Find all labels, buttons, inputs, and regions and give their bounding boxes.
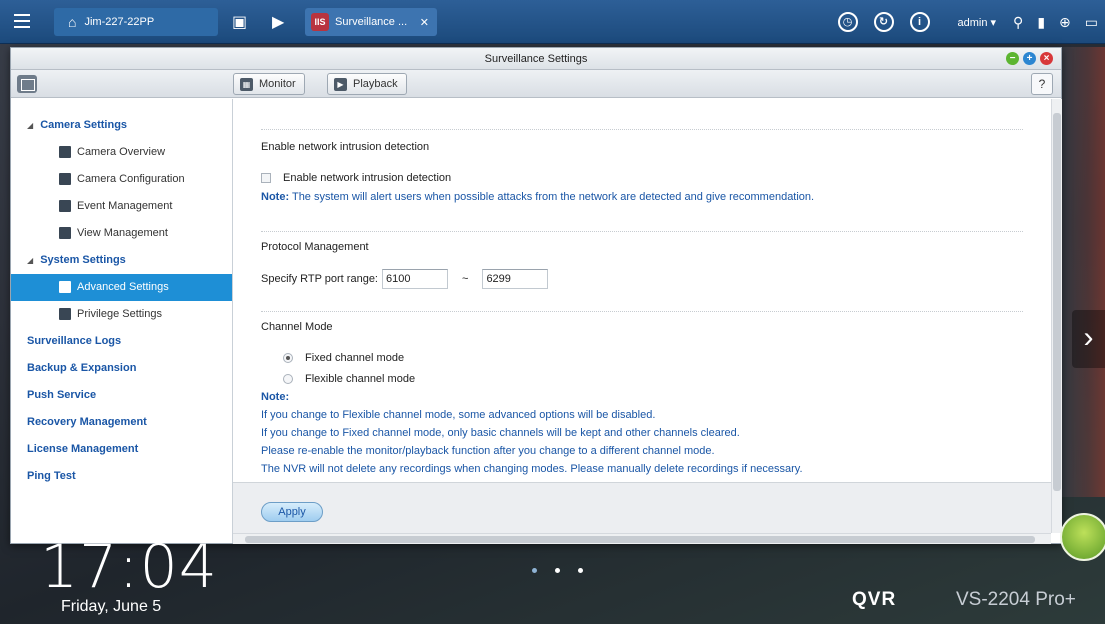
page-dot[interactable] — [555, 568, 560, 573]
close-tab-icon[interactable]: ✕ — [420, 16, 429, 29]
advanced-settings-panel: Enable network intrusion detection Enabl… — [233, 99, 1051, 482]
sidebar-item-camera-overview[interactable]: Camera Overview — [11, 139, 232, 166]
window-toolbar: ▦ Monitor ▶ Playback ? — [11, 70, 1061, 98]
flexible-channel-radio[interactable] — [283, 374, 293, 384]
collapse-triangle-icon: ◢ — [27, 121, 34, 130]
settings-footer: Apply — [233, 482, 1051, 534]
sidebar-item-camera-configuration[interactable]: Camera Configuration — [11, 166, 232, 193]
divider — [261, 231, 1023, 232]
fixed-channel-radio[interactable] — [283, 353, 293, 363]
surveillance-settings-window: Surveillance Settings − + × ▦ Monitor ▶ … — [10, 47, 1062, 544]
resource-monitor-gauge-icon[interactable] — [1060, 513, 1105, 561]
desktop-wallpaper-edge — [1062, 47, 1105, 497]
sidebar-link-push-service[interactable]: Push Service — [11, 382, 232, 409]
monitor-label: Monitor — [259, 78, 296, 90]
sidebar-link-ping-test[interactable]: Ping Test — [11, 463, 232, 490]
home-icon: ⌂ — [68, 14, 77, 30]
sidebar-link-recovery-management[interactable]: Recovery Management — [11, 409, 232, 436]
search-icon[interactable]: ⚲ — [1013, 14, 1023, 31]
sync-icon[interactable]: ↻ — [873, 12, 894, 32]
clock-icon[interactable]: ◷ — [837, 12, 858, 32]
apply-button[interactable]: Apply — [261, 502, 323, 522]
desktop-icon[interactable]: ▣ — [232, 12, 247, 32]
intrusion-checkbox[interactable] — [261, 173, 271, 183]
protocol-section-title: Protocol Management — [261, 241, 369, 253]
info-icon[interactable]: i — [909, 12, 930, 32]
play-icon[interactable]: ▶ — [272, 12, 284, 32]
collapse-triangle-icon: ◢ — [27, 256, 34, 265]
sidebar-link-backup-expansion[interactable]: Backup & Expansion — [11, 355, 232, 382]
wrench-icon — [59, 281, 71, 293]
desktop-clock: 17:04 — [40, 532, 218, 602]
sidebar-link-license-management[interactable]: License Management — [11, 436, 232, 463]
list-icon — [59, 146, 71, 158]
window-controls: − + × — [1006, 52, 1053, 65]
rtp-port-range-row: Specify RTP port range: ~ — [261, 269, 549, 289]
app-tab-label: Surveillance ... — [335, 16, 408, 28]
host-label: Jim-227-22PP — [84, 16, 155, 28]
window-title: Surveillance Settings — [484, 53, 588, 65]
brand-logo: QVR — [852, 589, 897, 610]
range-separator: ~ — [462, 273, 469, 285]
channel-mode-section-title: Channel Mode — [261, 321, 333, 333]
divider — [261, 129, 1023, 130]
rtp-port-label: Specify RTP port range: — [261, 273, 378, 285]
fixed-channel-mode-option[interactable]: Fixed channel mode — [283, 352, 404, 364]
playback-button[interactable]: ▶ Playback — [327, 73, 407, 95]
nav-section-camera-settings[interactable]: ◢ Camera Settings — [11, 112, 232, 139]
sidebar-item-advanced-settings[interactable]: Advanced Settings — [11, 274, 232, 301]
grid-icon — [59, 227, 71, 239]
horizontal-scrollbar[interactable] — [233, 533, 1051, 544]
next-page-arrow-icon[interactable]: › — [1072, 310, 1105, 368]
intrusion-checkbox-label: Enable network intrusion detection — [283, 172, 452, 184]
settings-sidebar: ◢ Camera Settings Camera Overview Camera… — [11, 99, 233, 543]
intrusion-section-title: Enable network intrusion detection — [261, 141, 430, 153]
page-dot[interactable] — [532, 568, 537, 573]
monitor-button[interactable]: ▦ Monitor — [233, 73, 305, 95]
sidebar-item-event-management[interactable]: Event Management — [11, 193, 232, 220]
desktop-page-indicator[interactable] — [532, 568, 583, 573]
help-button[interactable]: ? — [1031, 73, 1053, 95]
sidebar-toggle-icon[interactable] — [17, 75, 37, 93]
dashboard-icon[interactable]: ▭ — [1085, 14, 1098, 31]
intrusion-note: Note: The system will alert users when p… — [261, 191, 815, 203]
vertical-scrollbar[interactable] — [1051, 99, 1062, 533]
minimize-icon[interactable]: − — [1006, 52, 1019, 65]
rtp-port-to-input[interactable] — [482, 269, 549, 289]
sidebar-item-privilege-settings[interactable]: Privilege Settings — [11, 301, 232, 328]
taskbar-right: ◷ ↻ i admin ▾ ⚲ ▮ ⊕ ▭ — [830, 0, 1105, 44]
page-dot[interactable] — [578, 568, 583, 573]
surveillance-app-icon: IIS — [311, 13, 329, 31]
close-window-icon[interactable]: × — [1040, 52, 1053, 65]
sidebar-item-view-management[interactable]: View Management — [11, 220, 232, 247]
divider — [261, 311, 1023, 312]
rtp-port-from-input[interactable] — [382, 269, 448, 289]
intrusion-checkbox-row[interactable]: Enable network intrusion detection — [261, 172, 451, 184]
nav-section-system-settings[interactable]: ◢ System Settings — [11, 247, 232, 274]
sidebar-link-surveillance-logs[interactable]: Surveillance Logs — [11, 328, 232, 355]
host-tab[interactable]: ⌂ Jim-227-22PP — [54, 8, 218, 36]
desktop-date: Friday, June 5 — [61, 598, 162, 615]
camera-icon — [59, 173, 71, 185]
main-menu-icon[interactable] — [14, 14, 30, 28]
channel-mode-note: Note: If you change to Flexible channel … — [261, 391, 803, 475]
maximize-icon[interactable]: + — [1023, 52, 1036, 65]
user-menu[interactable]: admin ▾ — [958, 16, 997, 29]
device-model: VS-2204 Pro+ — [956, 589, 1076, 610]
monitor-icon: ▦ — [240, 77, 253, 91]
help-book-icon[interactable]: ▮ — [1037, 14, 1045, 31]
window-titlebar: Surveillance Settings − + × — [11, 48, 1061, 70]
event-icon — [59, 200, 71, 212]
playback-icon: ▶ — [334, 77, 347, 91]
taskbar: ⌂ Jim-227-22PP ▣ ▶ IIS Surveillance ... … — [0, 0, 1105, 44]
playback-label: Playback — [353, 78, 398, 90]
user-icon — [59, 308, 71, 320]
globe-icon[interactable]: ⊕ — [1059, 14, 1071, 31]
flexible-channel-mode-option[interactable]: Flexible channel mode — [283, 373, 415, 385]
app-tab-surveillance[interactable]: IIS Surveillance ... ✕ — [305, 8, 437, 36]
